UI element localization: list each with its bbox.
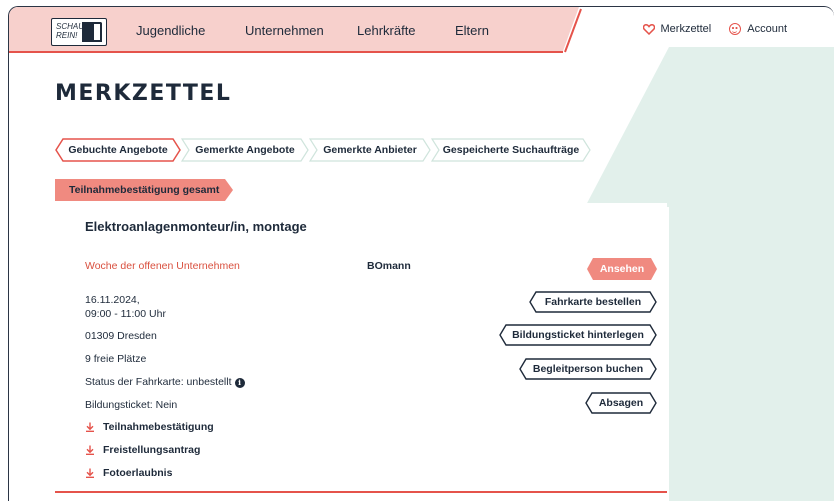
app-frame: SCHAU REIN! Jugendliche Unternehmen Lehr…: [8, 6, 834, 501]
button-label: Begleitperson buchen: [532, 363, 644, 375]
tab-gebuchte-angebote[interactable]: Gebuchte Angebote: [55, 138, 181, 162]
ticket-status-row: Status der Fahrkarte: unbestellt i: [85, 375, 245, 390]
logo-mark-icon: [82, 22, 102, 42]
view-button[interactable]: Ansehen: [587, 258, 657, 280]
tab-gespeicherte-suchauftraege[interactable]: Gespeicherte Suchaufträge: [431, 138, 591, 162]
offer-title: Elektroanlagenmonteur/in, montage: [85, 219, 307, 234]
download-icon: [86, 445, 94, 455]
education-ticket: Bildungsticket: Nein: [85, 399, 178, 411]
button-label: Bildungsticket hinterlegen: [512, 329, 644, 341]
download-teilnahmebestaetigung[interactable]: Teilnahmebestätigung: [85, 421, 214, 433]
account-link[interactable]: Account: [729, 23, 787, 35]
info-icon[interactable]: i: [234, 378, 245, 388]
tab-label: Gespeicherte Suchaufträge: [442, 144, 580, 156]
tab-gemerkte-anbieter[interactable]: Gemerkte Anbieter: [309, 138, 431, 162]
offer-spots: 9 freie Plätze: [85, 353, 147, 365]
download-label: Freistellungsantrag: [103, 444, 201, 456]
heart-icon: [642, 23, 655, 35]
tab-label: Gemerkte Anbieter: [323, 144, 417, 156]
tab-label: Gebuchte Angebote: [68, 144, 168, 156]
nav-jugendliche[interactable]: Jugendliche: [136, 23, 205, 38]
merkzettel-label: Merkzettel: [660, 23, 712, 35]
download-icon: [86, 468, 94, 478]
account-label: Account: [747, 23, 787, 35]
event-link[interactable]: Woche der offenen Unternehmen: [85, 260, 240, 272]
smiley-icon: [729, 23, 742, 35]
button-label: Fahrkarte bestellen: [544, 296, 642, 308]
download-icon: [86, 422, 94, 432]
cancel-button[interactable]: Absagen: [585, 392, 657, 414]
button-label: Ansehen: [599, 263, 645, 275]
schau-rein-logo[interactable]: SCHAU REIN!: [51, 18, 107, 46]
button-label: Absagen: [598, 397, 644, 409]
order-ticket-button[interactable]: Fahrkarte bestellen: [529, 291, 657, 313]
card-divider: [55, 491, 667, 493]
merkzettel-link[interactable]: Merkzettel: [642, 23, 712, 35]
download-label: Teilnahmebestätigung: [103, 421, 214, 433]
tab-label: Gemerkte Angebote: [195, 144, 295, 156]
download-freistellungsantrag[interactable]: Freistellungsantrag: [85, 444, 200, 456]
nav-lehrkraefte[interactable]: Lehrkräfte: [357, 23, 416, 38]
user-links: Merkzettel Account: [642, 23, 787, 35]
book-companion-button[interactable]: Begleitperson buchen: [519, 358, 657, 380]
deposit-education-ticket-button[interactable]: Bildungsticket hinterlegen: [499, 324, 657, 346]
organizer-name: BOmann: [367, 260, 411, 272]
offer-location: 01309 Dresden: [85, 330, 157, 342]
tab-gemerkte-angebote[interactable]: Gemerkte Angebote: [181, 138, 309, 162]
page-title: MERKZETTEL: [55, 81, 232, 106]
offer-date: 16.11.2024,: [85, 294, 140, 306]
teilnahmebestaetigung-gesamt-button[interactable]: Teilnahmebestätigung gesamt: [55, 179, 233, 201]
offer-time: 09:00 - 11:00 Uhr: [85, 308, 166, 320]
download-label: Fotoerlaubnis: [103, 467, 173, 479]
nav-unternehmen[interactable]: Unternehmen: [245, 23, 324, 38]
ticket-status: Status der Fahrkarte: unbestellt: [85, 376, 232, 388]
nav-eltern[interactable]: Eltern: [455, 23, 489, 38]
top-navigation: SCHAU REIN! Jugendliche Unternehmen Lehr…: [9, 7, 834, 55]
download-fotoerlaubnis[interactable]: Fotoerlaubnis: [85, 467, 172, 479]
badge-label: Teilnahmebestätigung gesamt: [69, 184, 220, 196]
